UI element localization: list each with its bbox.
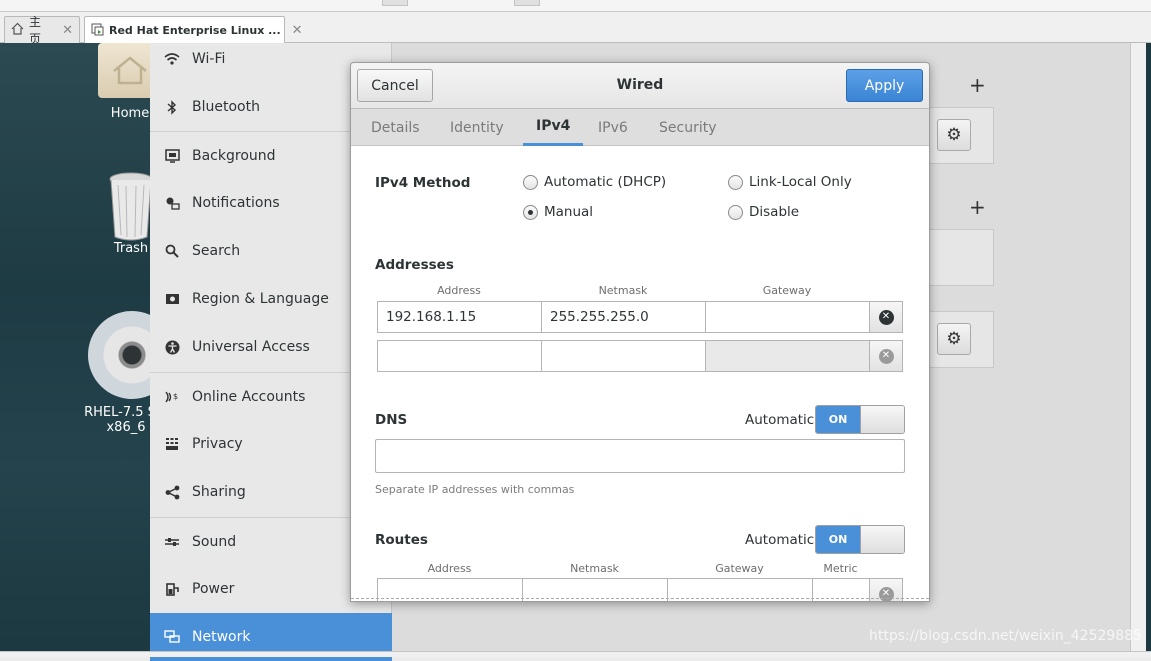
sidebar-item-label: Notifications bbox=[192, 195, 280, 211]
dns-automatic-label: Automatic bbox=[745, 412, 815, 428]
watermark: https://blog.csdn.net/weixin_42529885 bbox=[869, 628, 1143, 644]
address-input[interactable]: 192.168.1.15 bbox=[377, 301, 542, 333]
dns-automatic-switch[interactable]: ON bbox=[815, 405, 905, 434]
radio-label: Automatic (DHCP) bbox=[544, 174, 667, 190]
sidebar-item-label: Background bbox=[192, 147, 276, 164]
switch-on-label: ON bbox=[816, 406, 860, 433]
sidebar-item-label: Bluetooth bbox=[192, 99, 260, 115]
dialog-header: Cancel Wired Apply bbox=[351, 63, 929, 109]
address-input[interactable] bbox=[377, 340, 542, 372]
tab-details[interactable]: Details bbox=[371, 109, 420, 146]
trash-icon bbox=[106, 171, 156, 241]
column-header: Netmask bbox=[570, 562, 619, 575]
gateway-input[interactable] bbox=[705, 340, 870, 372]
gear-icon[interactable]: ⚙ bbox=[937, 119, 971, 151]
wifi-icon bbox=[164, 51, 180, 67]
vpn-row bbox=[928, 229, 994, 286]
sidebar-item-label: Universal Access bbox=[192, 339, 310, 355]
sidebar-item-label: Region & Language bbox=[192, 291, 329, 307]
radio-automatic-dhcp[interactable]: Automatic (DHCP) bbox=[523, 174, 666, 190]
background-icon bbox=[164, 148, 180, 164]
switch-on-label: ON bbox=[816, 526, 860, 553]
column-header: Gateway bbox=[715, 562, 764, 575]
delete-address-button[interactable]: ✕ bbox=[869, 340, 903, 372]
add-connection-icon[interactable]: + bbox=[969, 73, 986, 97]
sidebar-item-label: Power bbox=[192, 581, 235, 597]
online-accounts-icon: $ bbox=[164, 389, 180, 405]
wired-dialog: Cancel Wired Apply Details Identity IPv4… bbox=[350, 62, 930, 602]
sidebar-item-label: Online Accounts bbox=[192, 388, 306, 405]
dialog-title: Wired bbox=[616, 77, 664, 93]
ipv4-method-label: IPv4 Method bbox=[375, 175, 471, 191]
tab-home[interactable]: 主页 ✕ bbox=[4, 15, 80, 46]
sidebar-item-label: Network bbox=[192, 629, 251, 645]
gear-icon[interactable]: ⚙ bbox=[937, 323, 971, 355]
dns-input[interactable] bbox=[375, 439, 905, 473]
dialog-tabs: Details Identity IPv4 IPv6 Security bbox=[351, 109, 929, 146]
bluetooth-icon bbox=[164, 99, 180, 115]
column-header: Gateway bbox=[762, 284, 812, 297]
home-icon bbox=[11, 22, 24, 38]
column-header: Metric bbox=[823, 562, 858, 575]
radio-link-local-only[interactable]: Link-Local Only bbox=[728, 174, 852, 190]
dns-hint: Separate IP addresses with commas bbox=[375, 483, 575, 496]
column-header: Address bbox=[427, 562, 472, 575]
radio-label: Disable bbox=[749, 204, 800, 220]
radio-circle bbox=[523, 204, 538, 220]
sound-icon bbox=[164, 534, 180, 550]
radio-circle bbox=[728, 204, 743, 220]
horizontal-scrollbar[interactable] bbox=[0, 651, 1151, 657]
switch-knob bbox=[860, 406, 904, 433]
privacy-icon bbox=[164, 436, 180, 452]
power-icon bbox=[164, 581, 180, 597]
universal-access-icon bbox=[164, 339, 180, 355]
column-header: Address bbox=[437, 284, 481, 297]
notifications-icon bbox=[164, 195, 180, 211]
sidebar-item-label: Sharing bbox=[192, 484, 246, 500]
toolbar-button[interactable] bbox=[514, 0, 540, 6]
region-icon bbox=[164, 291, 180, 307]
window-top-strip bbox=[0, 0, 1151, 12]
radio-circle bbox=[728, 174, 743, 190]
tab-ipv6[interactable]: IPv6 bbox=[598, 109, 628, 146]
tab-label: 主页 bbox=[29, 15, 42, 46]
ipv4-settings: IPv4 Method Automatic (DHCP) Link-Local … bbox=[351, 146, 929, 601]
radio-manual[interactable]: Manual bbox=[523, 204, 593, 220]
routes-title: Routes bbox=[375, 532, 428, 548]
sharing-icon bbox=[164, 484, 180, 500]
delete-address-button[interactable]: ✕ bbox=[869, 301, 903, 333]
dns-title: DNS bbox=[375, 412, 408, 428]
dialog-scroll-edge bbox=[351, 598, 929, 601]
sidebar-item-label: Wi-Fi bbox=[192, 51, 226, 67]
search-icon bbox=[164, 243, 180, 259]
radio-label: Manual bbox=[544, 204, 594, 220]
delete-icon: ✕ bbox=[878, 309, 894, 325]
tab-ipv4[interactable]: IPv4 bbox=[523, 109, 584, 146]
addresses-title: Addresses bbox=[375, 257, 454, 273]
sidebar-item-label: Search bbox=[192, 243, 241, 259]
netmask-input[interactable] bbox=[541, 340, 706, 372]
delete-icon: ✕ bbox=[878, 348, 894, 364]
column-header: Netmask bbox=[598, 284, 648, 297]
gateway-input[interactable] bbox=[705, 301, 870, 333]
radio-disable[interactable]: Disable bbox=[728, 204, 799, 220]
close-icon[interactable]: ✕ bbox=[62, 23, 73, 38]
network-icon bbox=[164, 629, 180, 645]
tab-identity[interactable]: Identity bbox=[450, 109, 504, 146]
switch-knob bbox=[860, 526, 904, 553]
tab-security[interactable]: Security bbox=[659, 109, 717, 146]
sidebar-item-label: Privacy bbox=[192, 436, 243, 452]
svg-text:$: $ bbox=[173, 392, 178, 401]
sidebar-item-label: Sound bbox=[192, 533, 237, 550]
radio-label: Link-Local Only bbox=[749, 174, 852, 190]
netmask-input[interactable]: 255.255.255.0 bbox=[541, 301, 706, 333]
routes-automatic-label: Automatic bbox=[745, 532, 815, 548]
vm-icon bbox=[91, 23, 104, 39]
routes-automatic-switch[interactable]: ON bbox=[815, 525, 905, 554]
toolbar-button[interactable] bbox=[382, 0, 408, 6]
vm-scrollbar[interactable] bbox=[1130, 43, 1151, 651]
add-vpn-icon[interactable]: + bbox=[969, 195, 986, 219]
radio-circle bbox=[523, 174, 538, 190]
apply-button[interactable]: Apply bbox=[846, 69, 923, 102]
